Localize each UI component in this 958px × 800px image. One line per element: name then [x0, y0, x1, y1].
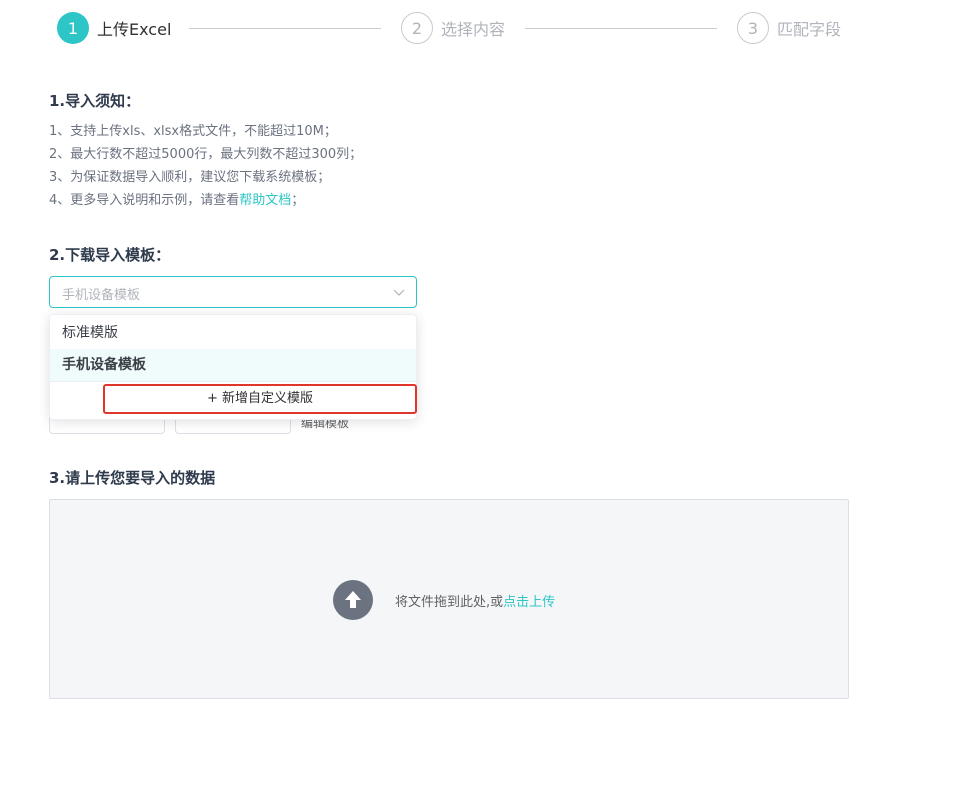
step-connector-1 [189, 28, 381, 29]
chevron-down-icon [393, 289, 405, 296]
notice-line-4-prefix: 4、更多导入说明和示例，请查看 [49, 193, 240, 208]
step-3: 3 匹配字段 [737, 12, 841, 44]
template-select-placeholder: 手机设备模板 [62, 288, 141, 303]
notice-line-4-suffix: ； [291, 193, 305, 208]
notice-line-2: 2、最大行数不超过5000行，最大列数不超过300列； [49, 147, 363, 162]
step-1-label: 上传Excel [97, 20, 172, 39]
dropdown-divider [50, 381, 416, 382]
notice-line-3: 3、为保证数据导入顺利，建议您下载系统模板； [49, 170, 331, 185]
step-3-label: 匹配字段 [777, 20, 842, 39]
step-1: 1 上传Excel [57, 12, 171, 44]
drop-text: 将文件拖到此处,或 [395, 595, 504, 610]
notice-line-1: 1、支持上传xls、xlsx格式文件，不能超过10M； [49, 124, 337, 139]
step-2: 2 选择内容 [401, 12, 505, 44]
click-upload-link[interactable]: 点击上传 [503, 595, 555, 610]
step-1-number: 1 [57, 12, 89, 44]
step-3-number: 3 [737, 12, 769, 44]
step-connector-2 [525, 28, 717, 29]
download-template-title: 2.下载导入模板： [49, 246, 171, 264]
step-2-label: 选择内容 [441, 20, 506, 39]
help-doc-link[interactable]: 帮助文档 [239, 193, 291, 208]
notice-line-4: 4、更多导入说明和示例，请查看帮助文档； [49, 189, 362, 212]
add-custom-template-button[interactable]: + 新增自定义模版 [103, 384, 417, 414]
option-phone-device-template[interactable]: 手机设备模板 [50, 349, 416, 381]
template-dropdown: 标准模版 手机设备模板 + 新增自定义模版 [49, 314, 417, 420]
upload-dropzone[interactable]: 将文件拖到此处,或点击上传 [49, 499, 849, 699]
option-standard-template[interactable]: 标准模版 [50, 317, 416, 349]
step-2-number: 2 [401, 12, 433, 44]
upload-instruction: 将文件拖到此处,或点击上传 [395, 591, 555, 610]
upload-arrow-icon [333, 580, 373, 620]
template-select[interactable]: 手机设备模板 [49, 276, 417, 308]
import-notice-title: 1.导入须知： [49, 92, 141, 110]
import-notice-list: 1、支持上传xls、xlsx格式文件，不能超过10M； 2、最大行数不超过500… [49, 120, 362, 212]
steps-bar: 1 上传Excel 2 选择内容 3 匹配字段 [57, 12, 857, 44]
upload-data-title: 3.请上传您要导入的数据 [49, 469, 216, 487]
